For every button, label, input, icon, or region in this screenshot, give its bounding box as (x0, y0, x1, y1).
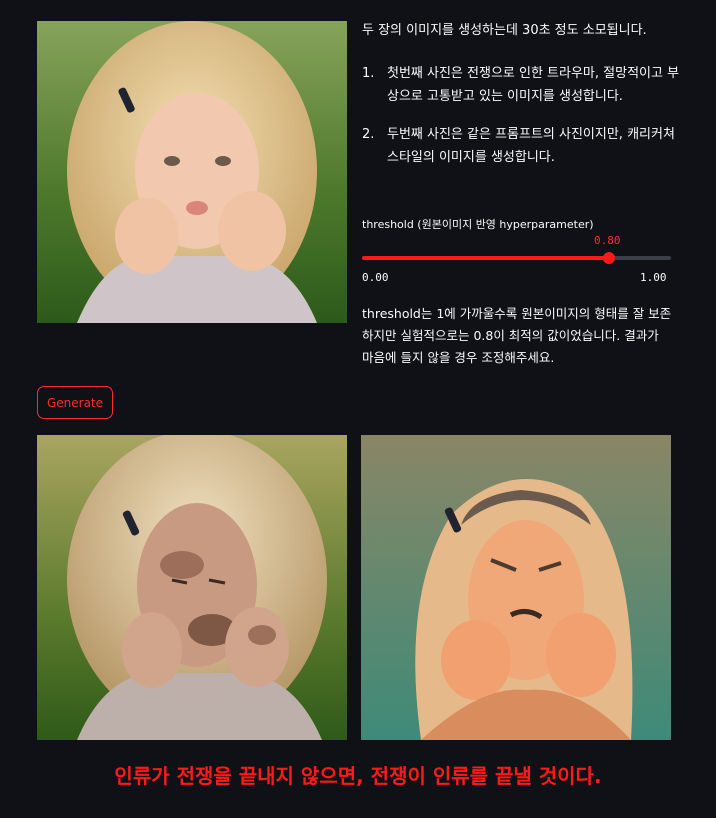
slider-min: 0.00 (362, 271, 389, 284)
generate-button[interactable]: Generate (37, 386, 113, 419)
instruction-list: 1. 첫번째 사진은 전쟁으로 인한 트라우마, 절망적이고 부상으로 고통받고… (362, 62, 682, 184)
slider-max: 1.00 (640, 271, 667, 284)
intro-text: 두 장의 이미지를 생성하는데 30초 정도 소모됩니다. (362, 23, 647, 38)
threshold-slider[interactable] (362, 256, 671, 260)
list-item: 1. 첫번째 사진은 전쟁으로 인한 트라우마, 절망적이고 부상으로 고통받고… (362, 66, 680, 104)
slider-label: threshold (원본이미지 반영 hyperparameter) (362, 218, 594, 231)
output-image-trauma (37, 435, 347, 740)
slider-thumb[interactable] (603, 252, 615, 264)
slider-value: 0.80 (594, 234, 621, 247)
input-image (37, 21, 347, 323)
anti-war-quote: 인류가 전쟁을 끝내지 않으면, 전쟁이 인류를 끝낼 것이다. (114, 764, 602, 788)
slider-fill (362, 256, 609, 260)
output-image-caricature (361, 435, 671, 740)
threshold-description: threshold는 1에 가까울수록 원본이미지의 형태를 잘 보존하지만 실… (362, 306, 672, 365)
list-item: 2. 두번째 사진은 같은 프롬프트의 사진이지만, 캐리커쳐 스타일의 이미지… (362, 127, 675, 165)
